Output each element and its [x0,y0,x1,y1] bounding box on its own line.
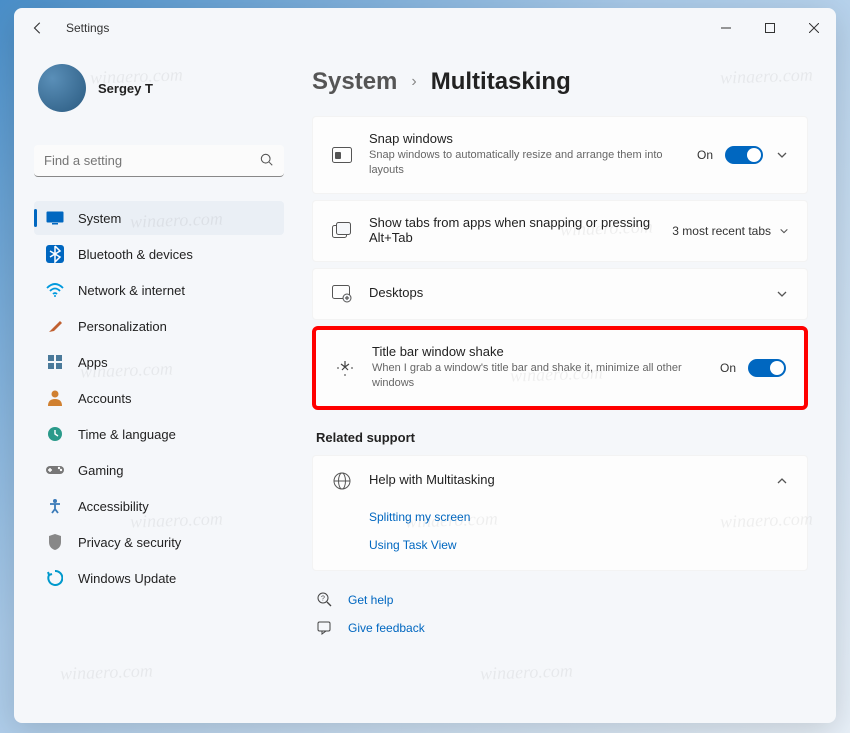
bluetooth-icon [46,245,64,263]
help-title: Help with Multitasking [369,472,759,487]
sidebar-item-apps[interactable]: Apps [34,345,284,379]
window-title: Settings [66,21,109,35]
feedback-label: Give feedback [348,621,425,635]
chevron-right-icon: › [411,73,416,91]
desktops-icon [331,283,353,305]
maximize-button[interactable] [748,12,792,44]
help-link-taskview[interactable]: Using Task View [369,538,789,552]
nav-list: System Bluetooth & devices Network & inter… [34,201,284,595]
main-panel: System › Multitasking Snap windows Snap … [294,48,836,723]
clock-icon [46,425,64,443]
shake-title: Title bar window shake [372,344,704,359]
snap-desc: Snap windows to automatically resize and… [369,148,681,179]
breadcrumb-parent[interactable]: System [312,68,397,96]
sidebar-item-bluetooth-devices[interactable]: Bluetooth & devices [34,237,284,271]
nav-label: Personalization [78,319,167,334]
person-icon [46,389,64,407]
sidebar-item-accounts[interactable]: Accounts [34,381,284,415]
back-button[interactable] [26,16,50,40]
shake-desc: When I grab a window's title bar and sha… [372,361,704,392]
content: Sergey T System Bluetooth & devices Networ… [14,48,836,723]
close-button[interactable] [792,12,836,44]
nav-label: Network & internet [78,283,185,298]
shake-icon [334,357,356,379]
window-controls [704,12,836,44]
search-icon [260,153,274,172]
profile[interactable]: Sergey T [34,56,284,131]
sidebar-item-gaming[interactable]: Gaming [34,453,284,487]
get-help-link[interactable]: ? Get help [316,591,804,609]
snap-toggle[interactable] [725,146,763,164]
feedback-icon [316,619,334,637]
brush-icon [46,317,64,335]
feedback-link[interactable]: Give feedback [316,619,804,637]
get-help-label: Get help [348,593,393,607]
chevron-down-icon[interactable] [775,148,789,162]
update-icon [46,569,64,587]
globe-icon [331,470,353,492]
sidebar-item-windows-update[interactable]: Windows Update [34,561,284,595]
titlebar: Settings [14,8,836,48]
gamepad-icon [46,461,64,479]
snap-windows-card[interactable]: Snap windows Snap windows to automatical… [312,116,808,194]
accessibility-icon [46,497,64,515]
display-icon [46,209,64,227]
breadcrumb-current: Multitasking [431,68,571,96]
search-box [34,145,284,177]
nav-label: Bluetooth & devices [78,247,193,262]
wifi-icon [46,281,64,299]
minimize-button[interactable] [704,12,748,44]
svg-text:?: ? [321,595,325,602]
tabs-dropdown[interactable]: 3 most recent tabs [672,224,789,238]
tabs-card[interactable]: Show tabs from apps when snapping or pre… [312,200,808,262]
nav-label: Privacy & security [78,535,181,550]
desktops-title: Desktops [369,285,759,300]
chevron-down-icon[interactable] [775,287,789,301]
snap-title: Snap windows [369,131,681,146]
nav-label: Windows Update [78,571,176,586]
nav-label: System [78,211,121,226]
avatar [38,64,86,112]
nav-label: Gaming [78,463,124,478]
search-input[interactable] [34,145,284,177]
sidebar-item-personalization[interactable]: Personalization [34,309,284,343]
sidebar-item-accessibility[interactable]: Accessibility [34,489,284,523]
nav-label: Accessibility [78,499,149,514]
sidebar-item-time-language[interactable]: Time & language [34,417,284,451]
nav-label: Apps [78,355,108,370]
breadcrumb: System › Multitasking [312,68,808,96]
sidebar-item-network-internet[interactable]: Network & internet [34,273,284,307]
shake-toggle[interactable] [748,359,786,377]
nav-label: Time & language [78,427,176,442]
nav-label: Accounts [78,391,131,406]
related-support-header: Related support [316,430,808,445]
settings-window: Settings Sergey T System Bluetooth & devi… [14,8,836,723]
chevron-up-icon [775,474,789,488]
help-icon: ? [316,591,334,609]
shake-state: On [720,361,736,375]
apps-icon [46,353,64,371]
sidebar-item-system[interactable]: System [34,201,284,235]
tabs-icon [331,220,353,242]
footer-links: ? Get help Give feedback [312,591,808,637]
desktops-card[interactable]: Desktops [312,268,808,320]
shield-icon [46,533,64,551]
snap-state: On [697,148,713,162]
tabs-value: 3 most recent tabs [672,224,771,238]
username: Sergey T [98,81,153,96]
help-card: Help with Multitasking Splitting my scre… [312,455,808,571]
sidebar: Sergey T System Bluetooth & devices Networ… [14,48,294,723]
help-header[interactable]: Help with Multitasking [313,456,807,506]
help-links: Splitting my screen Using Task View [313,506,807,570]
title-bar-shake-card[interactable]: Title bar window shake When I grab a win… [312,326,808,410]
help-link-splitting[interactable]: Splitting my screen [369,510,789,524]
tabs-title: Show tabs from apps when snapping or pre… [369,215,656,245]
snap-icon [331,144,353,166]
sidebar-item-privacy-security[interactable]: Privacy & security [34,525,284,559]
